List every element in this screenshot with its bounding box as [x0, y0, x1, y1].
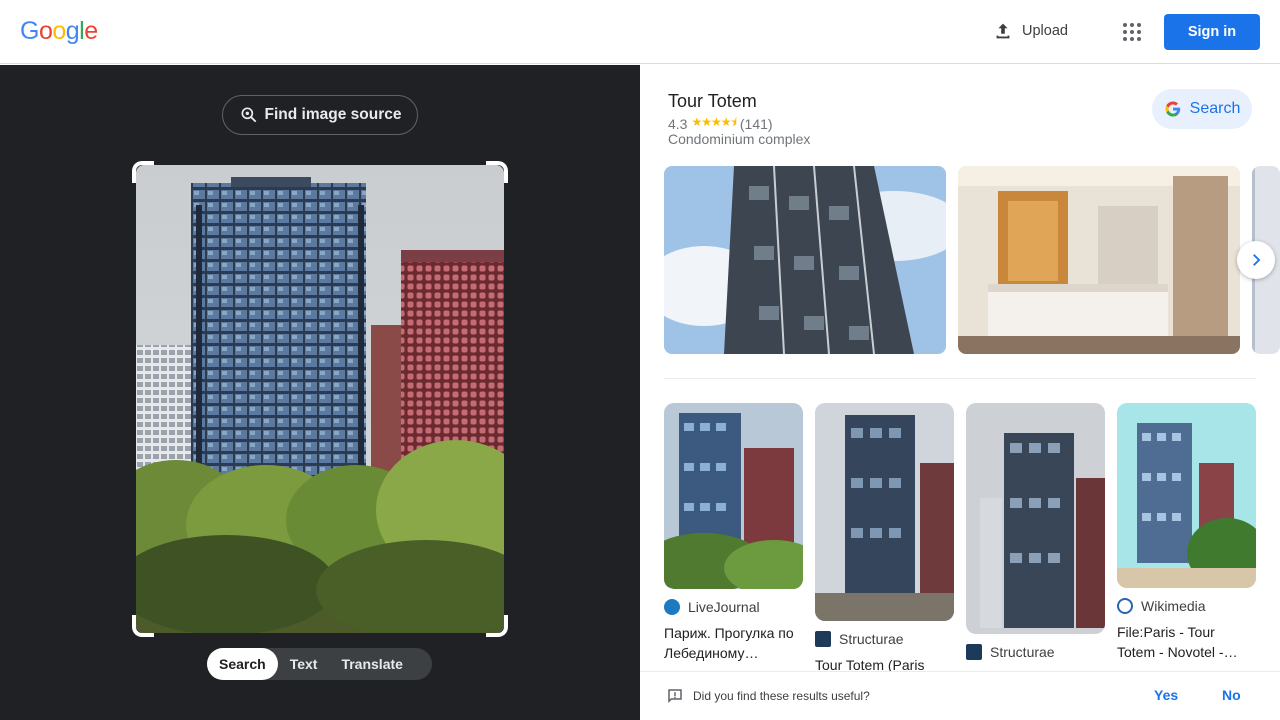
visual-match-card[interactable]: LiveJournal Париж. Прогулка по Лебедином…	[664, 403, 803, 663]
result-source[interactable]: Structurae	[966, 644, 1105, 660]
chevron-right-icon	[1253, 254, 1261, 266]
tab-text[interactable]: Text	[278, 648, 330, 680]
entity-image[interactable]	[958, 166, 1240, 354]
structurae-icon	[815, 631, 831, 647]
result-title[interactable]: Париж. Прогулка по Лебединому…	[664, 623, 803, 663]
crop-corner-handle[interactable]	[132, 161, 154, 183]
upload-label: Upload	[1022, 23, 1068, 39]
find-image-source-button[interactable]: Find image source	[222, 95, 418, 135]
logo-letter: o	[52, 17, 66, 45]
google-search-label: Search	[1189, 100, 1241, 117]
result-title[interactable]: File:Paris - Tour Totem - Novotel -…	[1117, 622, 1256, 662]
entity-title[interactable]: Tour Totem	[668, 91, 757, 112]
crop-corner-handle[interactable]	[486, 615, 508, 637]
visual-match-card[interactable]: Structurae Tour Totem (Paris	[815, 403, 954, 675]
lens-search-icon	[241, 107, 256, 123]
feedback-bar: Did you find these results useful? Yes N…	[640, 671, 1280, 720]
structurae-icon	[966, 644, 982, 660]
source-name: Structurae	[839, 631, 904, 647]
result-thumbnail[interactable]	[664, 403, 803, 589]
google-search-button[interactable]: Search	[1152, 89, 1252, 129]
feedback-question: Did you find these results useful?	[693, 689, 870, 703]
google-logo[interactable]: Google	[20, 17, 98, 46]
visual-match-card[interactable]: Structurae	[966, 403, 1105, 660]
upload-icon	[996, 23, 1010, 39]
logo-letter: g	[65, 17, 80, 45]
sign-in-button[interactable]: Sign in	[1164, 14, 1260, 50]
crop-corner-handle[interactable]	[486, 161, 508, 183]
source-name: Structurae	[990, 644, 1055, 660]
entity-type: Condominium complex	[668, 131, 811, 147]
tab-search[interactable]: Search	[207, 648, 278, 680]
entity-image[interactable]	[664, 166, 946, 354]
source-name: LiveJournal	[688, 599, 760, 615]
lens-image-panel: Find image source Search Text Translate	[0, 65, 640, 720]
result-source[interactable]: Structurae	[815, 631, 954, 647]
feedback-no-button[interactable]: No	[1222, 687, 1241, 703]
review-count[interactable]: (141)	[740, 116, 773, 132]
result-thumbnail[interactable]	[815, 403, 954, 621]
logo-letter: e	[84, 17, 98, 45]
tab-translate[interactable]: Translate	[329, 648, 414, 680]
lens-mode-tabs: Search Text Translate	[207, 648, 432, 680]
livejournal-icon	[664, 599, 680, 615]
google-g-icon	[1165, 101, 1180, 117]
find-image-source-label: Find image source	[264, 106, 402, 123]
result-source[interactable]: Wikimedia	[1117, 598, 1256, 614]
wikimedia-icon	[1117, 598, 1133, 614]
feedback-icon	[668, 689, 682, 704]
visual-match-card[interactable]: Wikimedia File:Paris - Tour Totem - Novo…	[1117, 403, 1256, 662]
crop-selection[interactable]	[132, 161, 508, 637]
top-bar: Google Upload Sign in	[0, 0, 1280, 64]
upload-button[interactable]: Upload	[992, 20, 1068, 42]
apps-grid-icon[interactable]	[1118, 18, 1146, 46]
results-panel: Tour Totem 4.3 ★★★★⯨ (141) Condominium c…	[640, 65, 1280, 720]
result-thumbnail[interactable]	[966, 403, 1105, 634]
carousel-next-button[interactable]	[1237, 241, 1275, 279]
feedback-yes-button[interactable]: Yes	[1154, 687, 1178, 703]
result-source[interactable]: LiveJournal	[664, 599, 803, 615]
query-image	[136, 165, 504, 633]
logo-letter: G	[20, 17, 39, 45]
rating-value: 4.3	[668, 115, 688, 132]
result-thumbnail[interactable]	[1117, 403, 1256, 588]
crop-corner-handle[interactable]	[132, 615, 154, 637]
source-name: Wikimedia	[1141, 598, 1206, 614]
logo-letter: o	[38, 17, 53, 45]
section-divider	[664, 378, 1256, 379]
